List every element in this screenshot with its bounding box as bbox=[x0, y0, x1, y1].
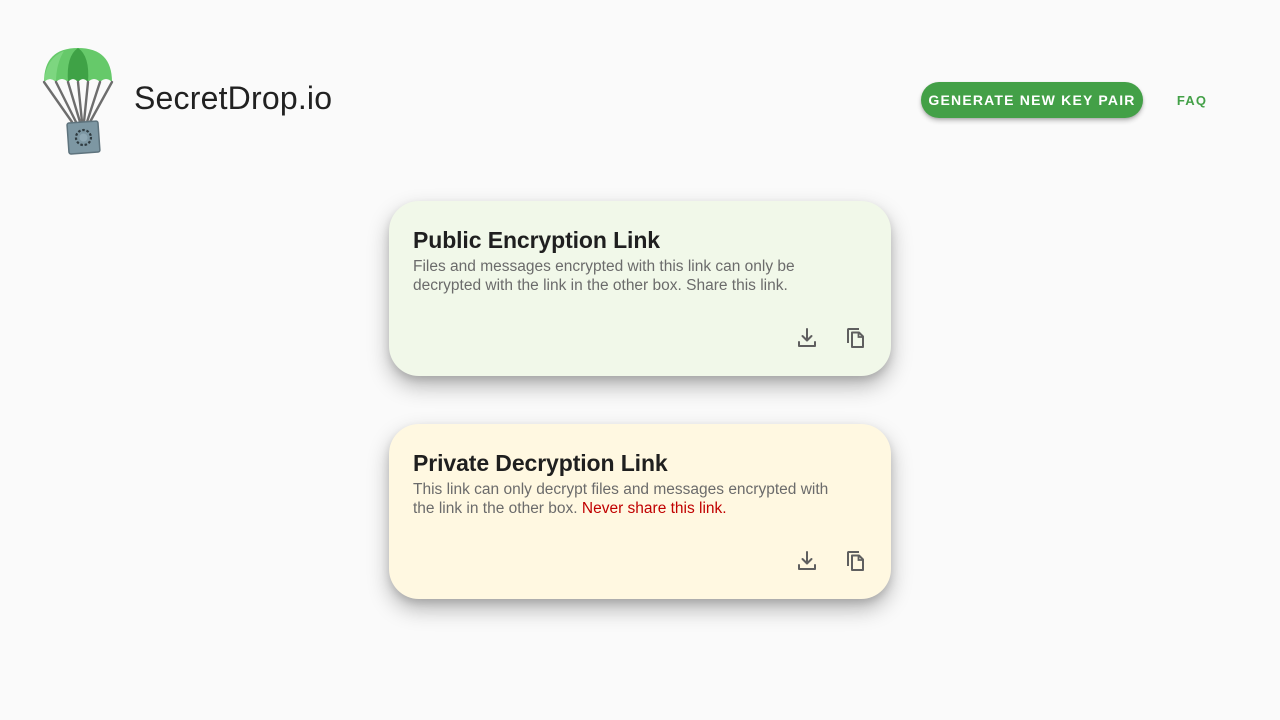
brand-title: SecretDrop.io bbox=[134, 80, 333, 116]
card-description: This link can only decrypt files and mes… bbox=[413, 480, 853, 518]
download-icon[interactable] bbox=[795, 549, 819, 573]
copy-icon[interactable] bbox=[843, 549, 867, 573]
warning-text: Never share this link. bbox=[581, 500, 727, 517]
app-header: SecretDrop.io GENERATE NEW KEY PAIR FAQ bbox=[0, 0, 1280, 200]
private-decryption-card: Private Decryption Link This link can on… bbox=[389, 424, 891, 599]
card-title: Private Decryption Link bbox=[413, 450, 668, 476]
card-title: Public Encryption Link bbox=[413, 227, 660, 253]
card-actions bbox=[795, 549, 867, 573]
copy-icon[interactable] bbox=[843, 326, 867, 350]
generate-key-pair-button[interactable]: GENERATE NEW KEY PAIR bbox=[921, 82, 1143, 118]
parachute-logo-icon[interactable] bbox=[40, 46, 116, 156]
card-description: Files and messages encrypted with this l… bbox=[413, 258, 795, 294]
public-encryption-card: Public Encryption Link Files and message… bbox=[389, 201, 891, 376]
card-actions bbox=[795, 326, 867, 350]
download-icon[interactable] bbox=[795, 326, 819, 350]
faq-link[interactable]: FAQ bbox=[1160, 82, 1224, 118]
